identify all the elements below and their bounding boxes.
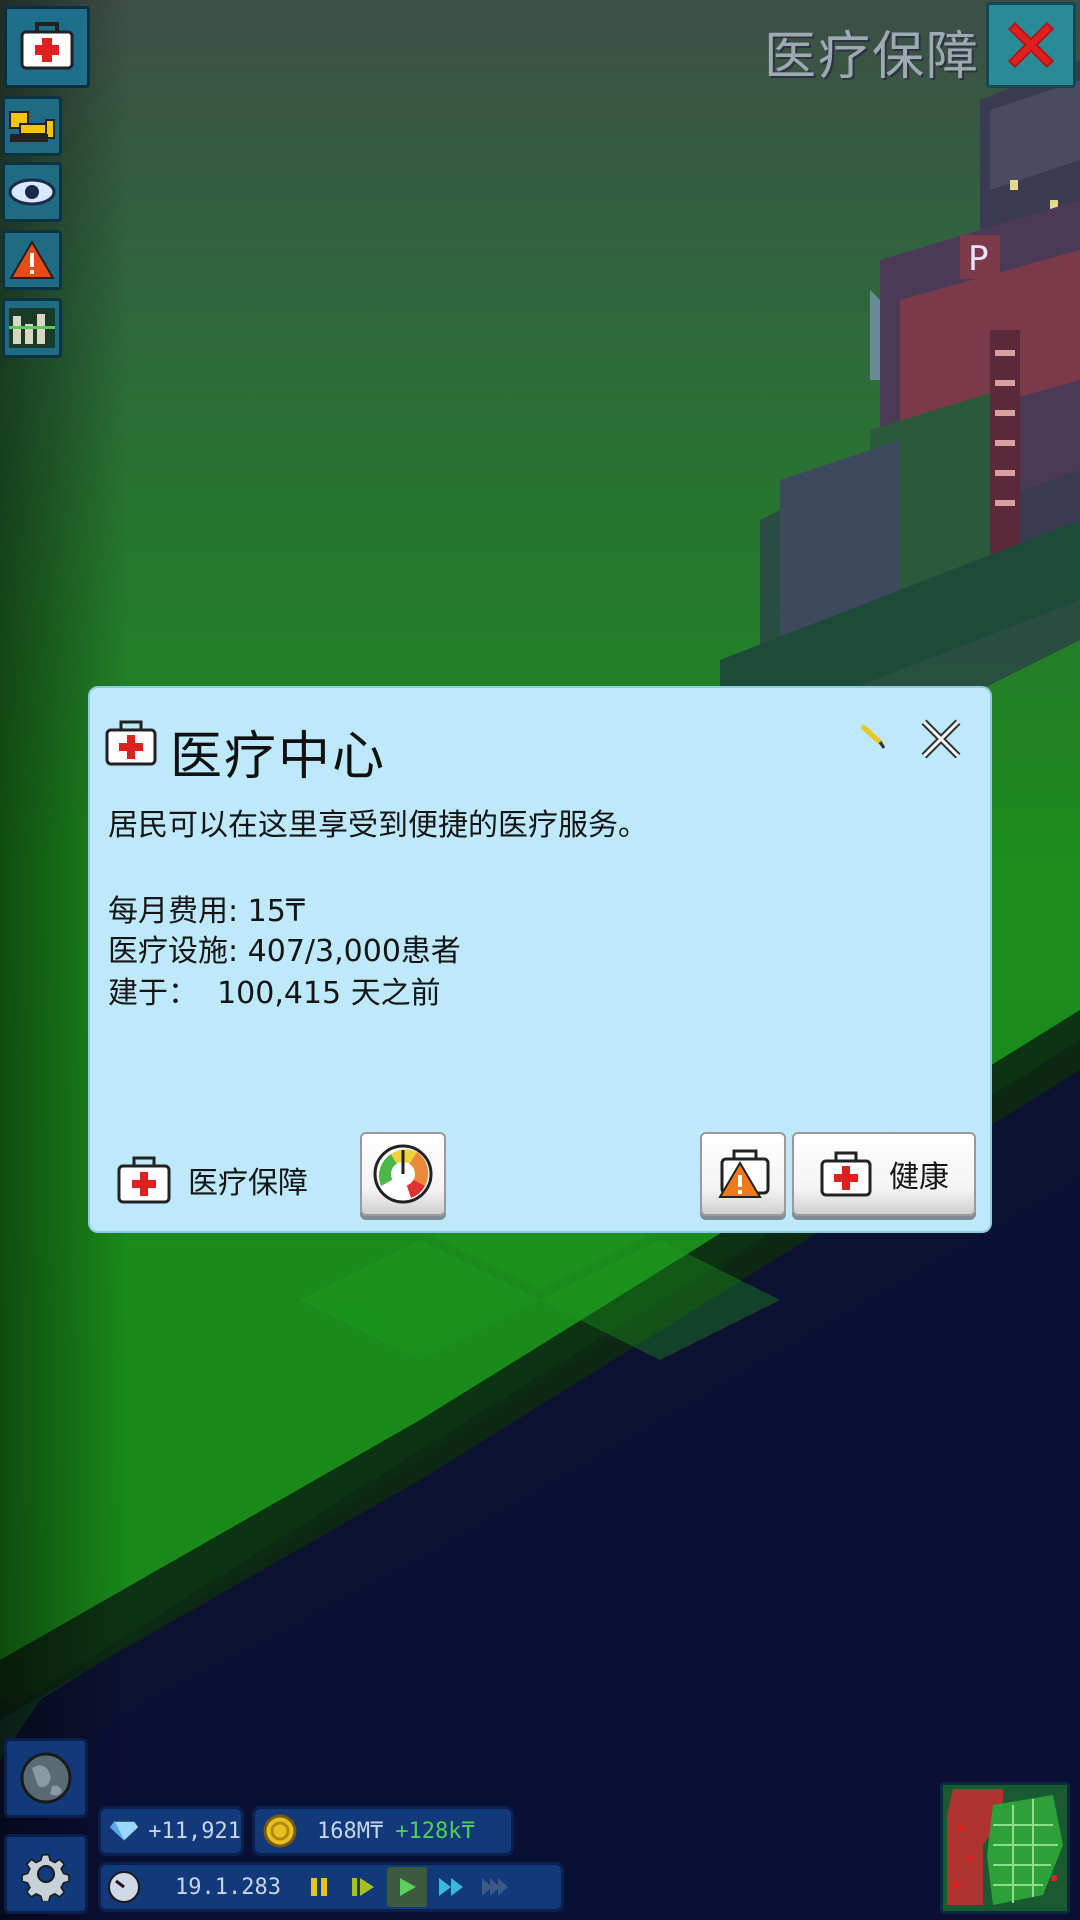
- diamond-amount: +11,921: [148, 1818, 241, 1844]
- medical-kit-icon: [20, 22, 74, 70]
- overlay-close-button[interactable]: [986, 2, 1076, 88]
- settings-button[interactable]: [4, 1834, 88, 1914]
- region-globe-button[interactable]: [4, 1738, 88, 1818]
- panel-description: 居民可以在这里享受到便捷的医疗服务。: [108, 808, 648, 843]
- health-button-label: 健康: [889, 1160, 949, 1195]
- coin-icon: [263, 1814, 297, 1848]
- money-amount: 168M₸: [317, 1818, 384, 1844]
- ultra-speed-icon: [482, 1878, 508, 1896]
- budget-tool-button[interactable]: [2, 298, 62, 358]
- stat-cost-label: 每月费用:: [108, 894, 239, 929]
- fast-forward-icon: [439, 1878, 463, 1896]
- diamond-counter[interactable]: +11,921: [98, 1806, 244, 1856]
- stat-built: 建于： 100,415 天之前: [108, 968, 441, 1012]
- time-controls: 19.1.283: [98, 1862, 564, 1912]
- bulldozer-tool-button[interactable]: [2, 96, 62, 156]
- warning-tool-button[interactable]: [2, 230, 62, 290]
- minimap[interactable]: [940, 1782, 1070, 1914]
- panel-close-icon[interactable]: [916, 714, 966, 764]
- diamond-icon: [109, 1819, 141, 1843]
- medical-warning-icon: [718, 1149, 770, 1198]
- medical-kit-icon: [105, 720, 157, 766]
- stat-capacity-unit: 患者: [400, 934, 461, 969]
- panel-title: 医疗中心: [170, 727, 387, 787]
- category-label: 医疗保障: [188, 1166, 308, 1201]
- stat-cost-value: 15: [247, 894, 286, 929]
- pause-icon: [311, 1878, 327, 1896]
- game-date: 19.1.283: [175, 1874, 281, 1900]
- ultra-speed-button[interactable]: [475, 1867, 515, 1907]
- stat-monthly-cost: 每月费用: 15₸: [108, 886, 305, 930]
- issue-warning-button[interactable]: [700, 1132, 786, 1216]
- step-icon: [352, 1878, 374, 1896]
- medical-tool-button[interactable]: [4, 6, 90, 88]
- bars-icon: [9, 308, 55, 348]
- fast-forward-button[interactable]: [431, 1867, 471, 1907]
- minimap-view: [943, 1785, 1067, 1911]
- view-tool-button[interactable]: [2, 162, 62, 222]
- gear-icon: [21, 1854, 70, 1901]
- stat-built-unit: 天之前: [350, 976, 441, 1011]
- clock-icon: [108, 1871, 140, 1903]
- stat-built-label: 建于：: [108, 976, 198, 1011]
- eye-icon: [8, 178, 56, 206]
- stat-built-value: 100,415: [217, 976, 342, 1011]
- play-button[interactable]: [387, 1867, 427, 1907]
- money-counter[interactable]: 168M₸ +128k₸: [252, 1806, 514, 1856]
- step-button[interactable]: [343, 1867, 383, 1907]
- bulldozer-icon: [9, 111, 55, 142]
- svg-text:P: P: [968, 239, 989, 279]
- play-icon: [400, 1878, 416, 1896]
- overlay-title: 医疗保障: [763, 27, 980, 87]
- warning-icon: [9, 240, 55, 279]
- stat-capacity-value: 407/3,000: [247, 934, 401, 969]
- coverage-gauge-button[interactable]: [360, 1132, 446, 1216]
- medical-kit-icon: [820, 1151, 872, 1197]
- globe-icon: [20, 1752, 72, 1804]
- currency-symbol: ₸: [285, 894, 305, 929]
- building-info-panel: 医疗中心 居民可以在这里享受到便捷的医疗服务。 每月费用: 15₸ 医疗设施: …: [90, 688, 990, 1231]
- health-button[interactable]: 健康: [792, 1132, 976, 1216]
- pause-button[interactable]: [299, 1867, 339, 1907]
- stat-capacity-label: 医疗设施:: [108, 934, 239, 969]
- gauge-icon: [373, 1144, 433, 1204]
- category-indicator: 医疗保障: [116, 1156, 308, 1204]
- medical-kit-icon: [117, 1156, 171, 1204]
- edit-pencil-icon[interactable]: [858, 722, 888, 752]
- stat-capacity: 医疗设施: 407/3,000患者: [108, 926, 461, 970]
- close-x-icon: [1007, 21, 1055, 69]
- income-amount: +128k₸: [395, 1818, 475, 1844]
